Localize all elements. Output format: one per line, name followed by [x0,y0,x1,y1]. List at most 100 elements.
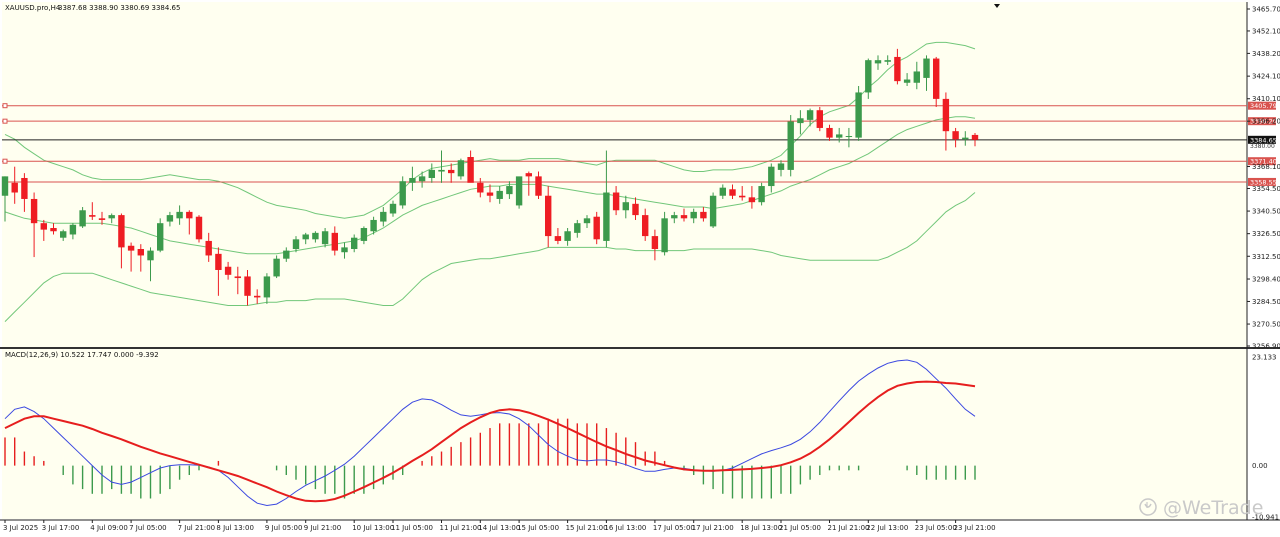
price-tick-label: 3270.50 [1252,321,1280,329]
candle-body [806,110,814,120]
time-tick-label: 11 Jul 21:00 [440,524,482,532]
candle-body [758,186,765,203]
time-tick-label: 9 Jul 21:00 [304,524,342,532]
candle-body [797,118,804,124]
candle-body [651,236,659,249]
candle-body [186,211,193,219]
candle-body [205,240,212,256]
candle-body [729,189,736,196]
candle-body [593,216,600,240]
symbol-label: XAUUSD.pro,H4 [5,4,61,12]
candle-body [942,98,950,132]
candle-body [612,192,620,211]
candle-body [448,169,455,174]
candle-body [894,56,901,82]
time-tick-label: 8 Jul 13:00 [216,524,254,532]
candle-body [79,210,86,227]
candle [157,218,164,253]
candle-body [816,110,823,128]
candle-body [60,231,67,238]
candle-body [166,215,174,222]
candle-body [89,215,96,217]
price-panel[interactable] [2,2,1247,347]
candle-body [506,186,513,195]
candle [709,192,717,229]
candle [399,176,406,209]
candle-body [292,239,300,249]
candle-body [40,223,47,230]
candle [855,85,862,141]
candle-body [467,157,474,183]
time-tick-label: 17 Jul 21:00 [692,524,734,532]
candle [515,176,523,209]
candle-body [11,182,18,193]
price-tick-label: 3368.10 [1252,163,1280,171]
candle-body [768,166,775,187]
candle-body [603,192,610,241]
candle-body [913,71,920,83]
candle [195,215,203,243]
candle-body [176,211,183,219]
candle-body [748,197,756,203]
candle-body [399,181,406,206]
current-price-sublabel: 3380.00 [1250,143,1275,150]
candle-body [370,219,377,232]
candle-body [215,253,222,270]
candle-body [962,137,969,140]
candle-body [438,169,445,172]
time-tick-label: 23 Jul 21:00 [954,524,996,532]
time-tick-label: 18 Jul 13:00 [740,524,782,532]
candle-body [865,60,872,93]
candle-body [1,176,9,196]
time-tick-label: 11 Jul 05:00 [391,524,433,532]
price-tick-label: 3410.10 [1252,95,1280,103]
candle-body [457,160,465,177]
macd-header: MACD(12,26,9) 10.522 17.747 0.000 -9.392 [5,351,159,359]
candle-body [50,228,57,232]
price-tick-label: 3465.70 [1252,6,1280,14]
chart-canvas[interactable]: 3405.793396.203371.403358.553384.653380.… [0,0,1280,537]
price-tick-label: 3298.40 [1252,276,1280,284]
candle-body [622,202,629,211]
time-tick-label: 17 Jul 05:00 [653,524,695,532]
price-tick-label: 3340.50 [1252,208,1280,216]
candle-body [787,121,794,170]
time-tick-label: 9 Jul 05:00 [265,524,303,532]
trading-chart-window: 3405.79 3396.20 3371.40 3358.55 3384.65 3380.… [0,0,1280,537]
candle-body [525,173,532,177]
candle-body [21,177,28,199]
candle-body [884,60,891,62]
time-tick-label: 7 Jul 05:00 [129,524,167,532]
level-price-label: 3405.79 [1250,102,1277,110]
price-tick-label: 3452.10 [1252,27,1280,35]
candle-body [933,58,940,99]
price-tick-label: 3326.50 [1252,230,1280,238]
candle-body [690,211,697,219]
candle [273,255,280,279]
time-tick-label: 23 Jul 05:00 [915,524,957,532]
price-tick-label: 3424.10 [1252,73,1280,81]
candle [787,115,794,177]
macd-panel[interactable] [2,349,1247,519]
level-handle[interactable] [2,158,8,164]
candle-body [496,190,503,199]
watermark-text: @WeTrade [1163,497,1263,519]
candle-body [418,176,426,182]
candle [661,211,668,256]
time-tick-label: 21 Jul 21:00 [828,524,870,532]
candle-body [661,218,668,253]
candle-body [147,250,154,261]
level-handle[interactable] [2,103,8,109]
candle-body [273,258,280,277]
candle-body [118,215,125,248]
candle-body [515,176,523,206]
price-tick-label: 3438.20 [1252,50,1280,58]
ohlc-readout: 3387.68 3388.90 3380.69 3384.65 [58,4,180,12]
candle-body [583,218,591,224]
candle-body [700,211,707,219]
time-tick-label: 15 Jul 05:00 [517,524,559,532]
level-handle[interactable] [2,118,8,124]
candle-body [671,215,678,219]
candle-body [477,182,484,193]
candle-body [535,176,542,196]
